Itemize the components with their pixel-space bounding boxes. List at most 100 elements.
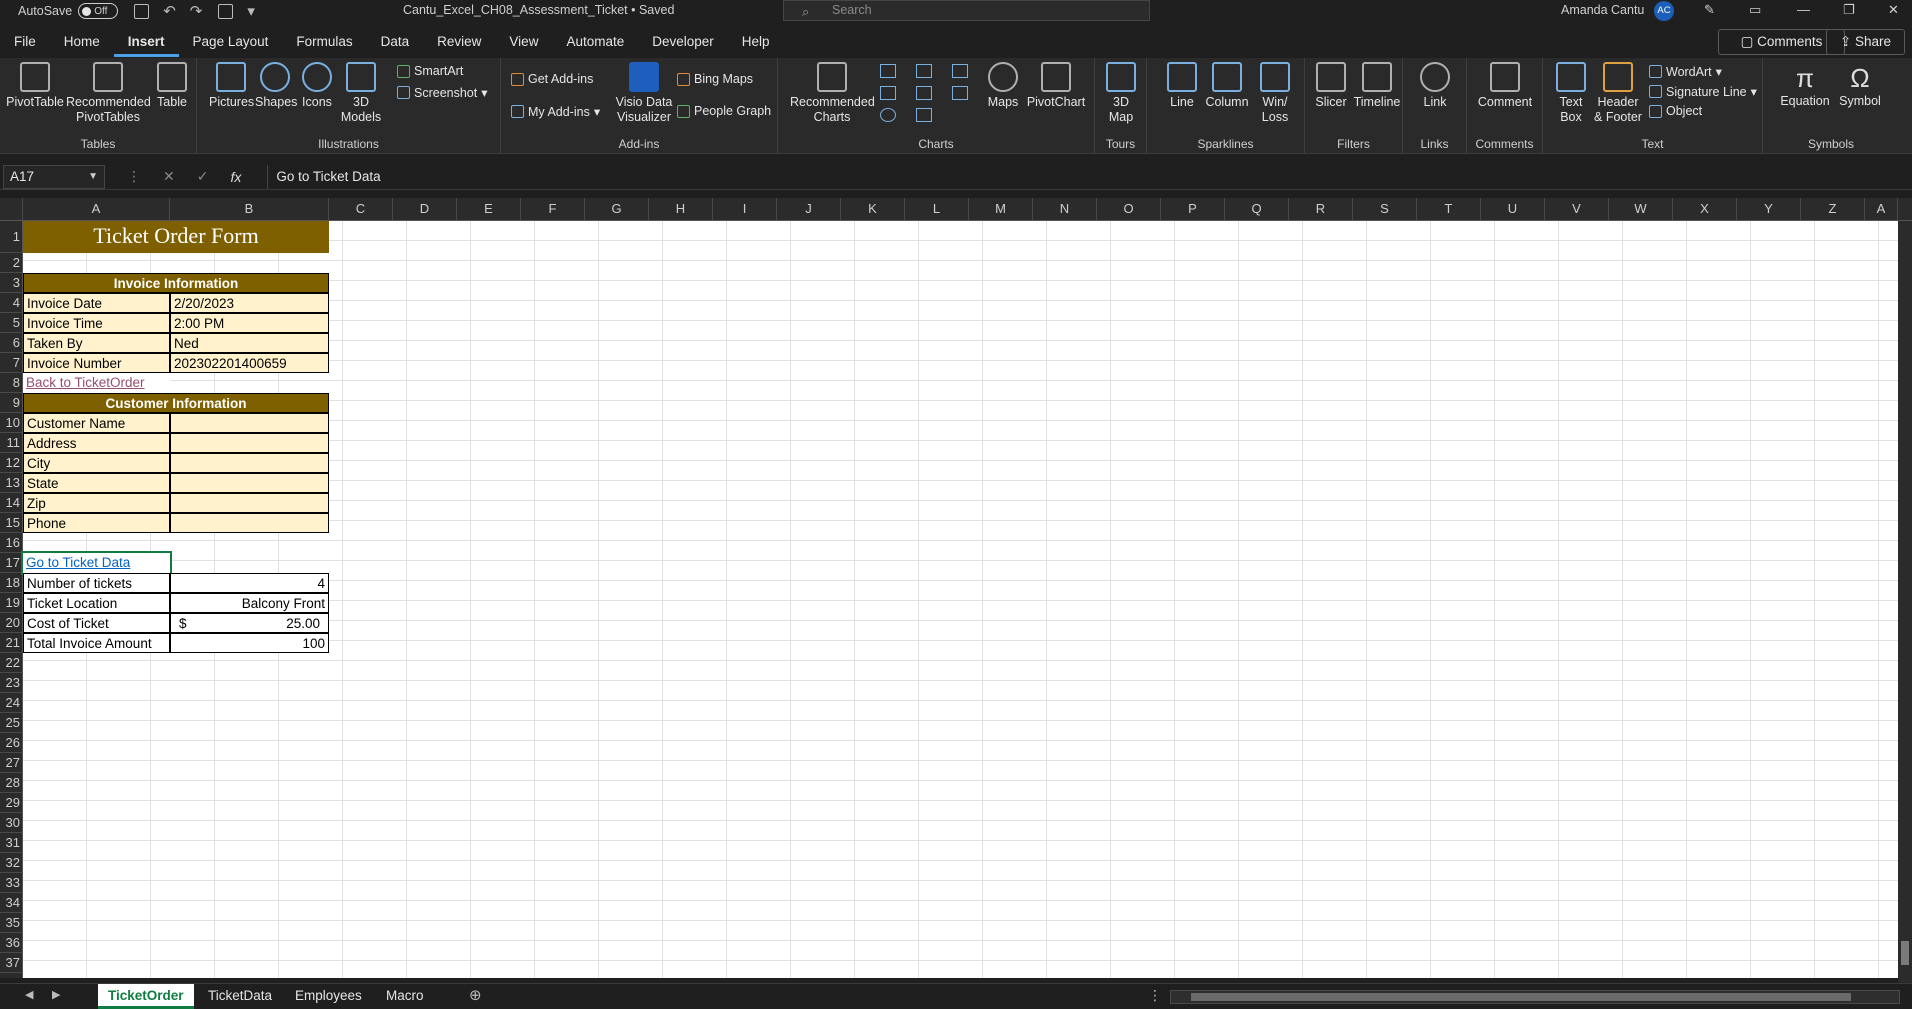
row-header-4[interactable]: 4 xyxy=(0,293,23,313)
phone-label[interactable]: Phone xyxy=(23,513,170,533)
invoice-date-value[interactable]: 2/20/2023 xyxy=(170,293,329,313)
tab-view[interactable]: View xyxy=(495,29,552,57)
row-header-37[interactable]: 37 xyxy=(0,953,23,973)
col-header-n[interactable]: N xyxy=(1033,198,1097,221)
shapes-button[interactable]: Shapes xyxy=(255,62,297,110)
row-header-10[interactable]: 10 xyxy=(0,413,23,433)
sparkline-line-button[interactable]: Line xyxy=(1167,62,1197,110)
invoice-time-value[interactable]: 2:00 PM xyxy=(170,313,329,333)
phone-value[interactable] xyxy=(170,513,329,533)
row-header-9[interactable]: 9 xyxy=(0,393,23,413)
row-header-26[interactable]: 26 xyxy=(0,733,23,753)
line-chart-icon[interactable] xyxy=(880,86,896,100)
restore-icon[interactable]: ❐ xyxy=(1843,2,1855,18)
horizontal-scrollbar[interactable] xyxy=(1170,990,1900,1004)
slicer-button[interactable]: Slicer xyxy=(1311,62,1351,110)
col-header-f[interactable]: F xyxy=(521,198,585,221)
col-header-s[interactable]: S xyxy=(1353,198,1417,221)
total-invoice-value[interactable]: 100 xyxy=(170,633,329,653)
3d-models-button[interactable]: 3D Models xyxy=(337,62,385,125)
minimize-icon[interactable]: — xyxy=(1797,2,1810,17)
col-header-z[interactable]: Z xyxy=(1801,198,1865,221)
col-header-g[interactable]: G xyxy=(585,198,649,221)
col-header-c[interactable]: C xyxy=(329,198,393,221)
taken-by-value[interactable]: Ned xyxy=(170,333,329,353)
prev-sheet-icon[interactable]: ◀ xyxy=(25,988,33,1001)
invoice-section-header[interactable]: Invoice Information xyxy=(23,273,329,293)
scroll-thumb[interactable] xyxy=(1191,993,1851,1001)
back-to-ticketorder-link[interactable]: Back to TicketOrder xyxy=(23,373,170,393)
col-header-a[interactable]: A xyxy=(23,198,170,221)
waterfall-chart-icon[interactable] xyxy=(952,64,968,78)
save-icon[interactable] xyxy=(134,3,150,19)
col-header-d[interactable]: D xyxy=(393,198,457,221)
chevron-down-icon[interactable]: ▼ xyxy=(88,166,98,188)
state-value[interactable] xyxy=(170,473,329,493)
tab-developer[interactable]: Developer xyxy=(638,29,728,57)
3d-map-button[interactable]: 3D Map xyxy=(1101,62,1141,125)
invoice-number-label[interactable]: Invoice Number xyxy=(23,353,170,373)
insert-function-icon[interactable]: fx xyxy=(230,169,241,185)
name-box[interactable]: A17 ▼ xyxy=(3,164,105,189)
undo-icon[interactable]: ↶ xyxy=(163,2,176,20)
share-button[interactable]: ⇪ Share xyxy=(1826,29,1905,55)
row-header-5[interactable]: 5 xyxy=(0,313,23,333)
autosave-toggle[interactable]: Off xyxy=(78,3,119,19)
col-header-t[interactable]: T xyxy=(1417,198,1481,221)
col-header-w[interactable]: W xyxy=(1609,198,1673,221)
row-header-36[interactable]: 36 xyxy=(0,933,23,953)
get-addins-button[interactable]: Get Add-ins xyxy=(511,72,593,86)
maps-button[interactable]: Maps xyxy=(984,62,1022,110)
vertical-scrollbar[interactable] xyxy=(1898,221,1912,983)
header-footer-button[interactable]: Header & Footer xyxy=(1593,62,1643,125)
next-sheet-icon[interactable]: ▶ xyxy=(52,988,60,1001)
row-header-34[interactable]: 34 xyxy=(0,893,23,913)
pivottable-button[interactable]: PivotTable xyxy=(6,62,64,110)
col-header-p[interactable]: P xyxy=(1161,198,1225,221)
col-header-aa[interactable]: A xyxy=(1865,198,1898,221)
hierarchy-chart-icon[interactable] xyxy=(916,64,932,78)
sparkline-winloss-button[interactable]: Win/ Loss xyxy=(1255,62,1295,125)
city-label[interactable]: City xyxy=(23,453,170,473)
taken-by-label[interactable]: Taken By xyxy=(23,333,170,353)
scroll-thumb[interactable] xyxy=(1901,941,1909,965)
pie-chart-icon[interactable] xyxy=(880,108,896,122)
row-header-8[interactable]: 8 xyxy=(0,373,23,393)
col-header-b[interactable]: B xyxy=(170,198,329,221)
col-header-m[interactable]: M xyxy=(969,198,1033,221)
link-button[interactable]: Link xyxy=(1417,62,1453,110)
cost-of-ticket-label[interactable]: Cost of Ticket xyxy=(23,613,170,633)
row-header-19[interactable]: 19 xyxy=(0,593,23,613)
row-header-27[interactable]: 27 xyxy=(0,753,23,773)
row-header-23[interactable]: 23 xyxy=(0,673,23,693)
symbol-button[interactable]: Ω Symbol xyxy=(1835,62,1885,109)
close-icon[interactable]: ✕ xyxy=(1888,2,1899,18)
row-header-3[interactable]: 3 xyxy=(0,273,23,293)
col-header-l[interactable]: L xyxy=(905,198,969,221)
ticket-location-value[interactable]: Balcony Front xyxy=(170,593,329,613)
sheet-tab-ticketdata[interactable]: TicketData xyxy=(198,984,282,1009)
row-header-16[interactable]: 16 xyxy=(0,533,23,553)
cell-area[interactable]: Ticket Order Form Invoice Information In… xyxy=(21,221,1912,978)
col-header-x[interactable]: X xyxy=(1673,198,1737,221)
more-icon[interactable]: ⋮ xyxy=(127,168,141,185)
pictures-button[interactable]: Pictures xyxy=(209,62,254,110)
icons-button[interactable]: Icons xyxy=(298,62,336,110)
row-header-18[interactable]: 18 xyxy=(0,573,23,593)
sheet-tab-macro[interactable]: Macro xyxy=(376,984,434,1009)
tab-formulas[interactable]: Formulas xyxy=(282,29,366,57)
col-header-j[interactable]: J xyxy=(777,198,841,221)
form-icon[interactable] xyxy=(218,3,234,19)
row-header-24[interactable]: 24 xyxy=(0,693,23,713)
formula-input[interactable]: Go to Ticket Data xyxy=(267,164,1912,189)
row-header-30[interactable]: 30 xyxy=(0,813,23,833)
tab-page-layout[interactable]: Page Layout xyxy=(179,29,283,57)
tab-help[interactable]: Help xyxy=(728,29,784,57)
row-header-31[interactable]: 31 xyxy=(0,833,23,853)
number-of-tickets-value[interactable]: 4 xyxy=(170,573,329,593)
col-header-h[interactable]: H xyxy=(649,198,713,221)
wordart-button[interactable]: WordArt ▾ xyxy=(1649,64,1722,79)
enter-icon[interactable]: ✓ xyxy=(197,168,209,185)
address-value[interactable] xyxy=(170,433,329,453)
tab-automate[interactable]: Automate xyxy=(552,29,638,57)
